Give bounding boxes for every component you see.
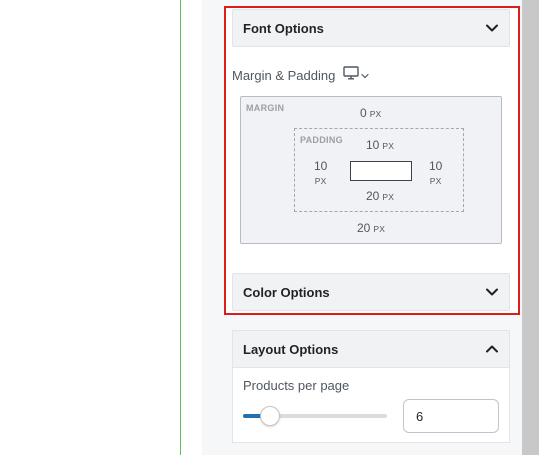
margin-tag: MARGIN (246, 103, 285, 113)
padding-right-value[interactable]: 10 PX (429, 159, 442, 189)
padding-left-value[interactable]: 10 PX (314, 159, 327, 189)
desktop-icon (343, 65, 360, 85)
color-options-toggle[interactable]: Color Options (232, 273, 510, 311)
margin-bottom-value[interactable]: 20 PX (357, 221, 385, 235)
products-per-page-input[interactable]: 6 (403, 399, 499, 433)
layout-options-title: Layout Options (243, 341, 339, 357)
font-options-toggle[interactable]: Font Options (232, 9, 510, 47)
padding-tag: PADDING (300, 135, 343, 145)
font-options-title: Font Options (243, 20, 324, 36)
device-switcher[interactable] (343, 65, 369, 85)
chevron-down-icon (485, 21, 499, 35)
margin-padding-header: Margin & Padding (232, 65, 369, 85)
chevron-up-icon (485, 342, 499, 356)
chevron-down-icon (361, 66, 369, 84)
scrollbar-thumb[interactable] (522, 0, 539, 455)
margin-top-value[interactable]: 0 PX (360, 106, 381, 120)
screen: Font Options Margin & Padding MARGIN 0 P… (0, 0, 542, 455)
color-options-title: Color Options (243, 284, 330, 300)
margin-padding-label: Margin & Padding (232, 67, 336, 83)
products-per-page-label: Products per page (243, 378, 350, 393)
chevron-down-icon (485, 285, 499, 299)
padding-top-value[interactable]: 10 PX (366, 138, 394, 152)
content-box (350, 161, 412, 181)
layout-options-toggle[interactable]: Layout Options (232, 330, 510, 368)
padding-bottom-value[interactable]: 20 PX (366, 189, 394, 203)
editor-canvas[interactable] (0, 0, 180, 455)
